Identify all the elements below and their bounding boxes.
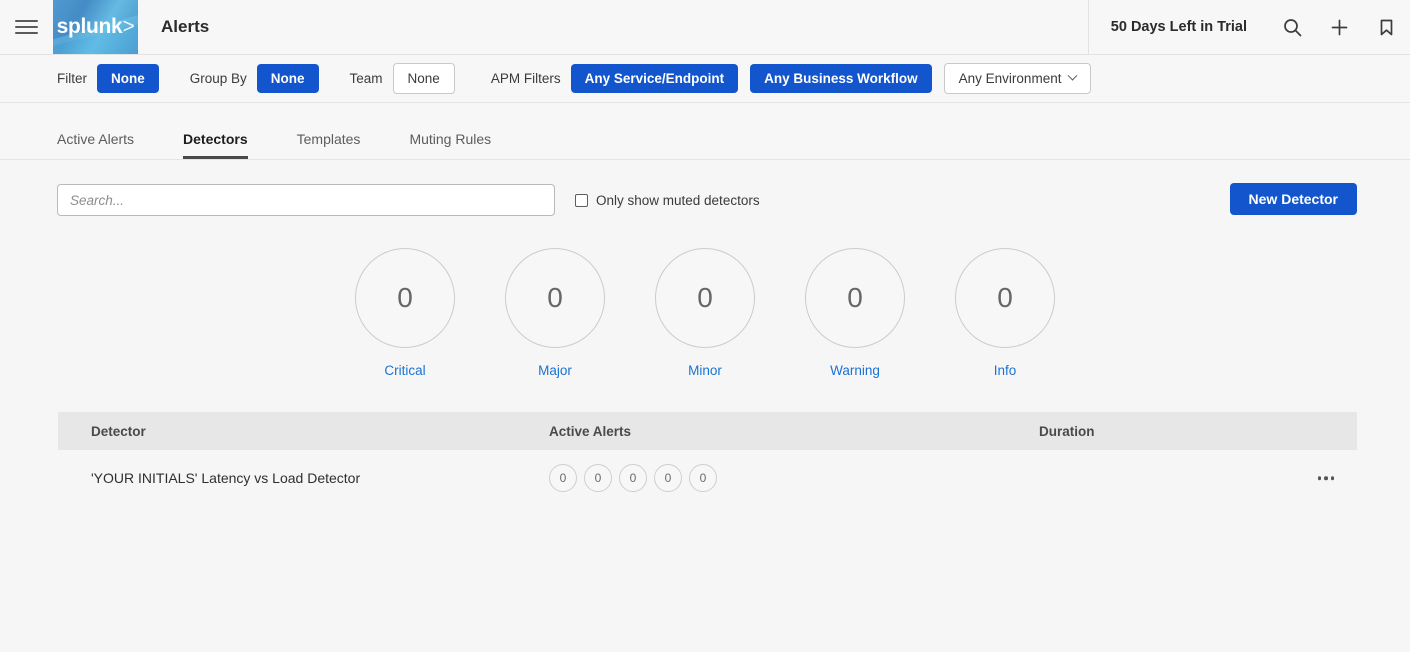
chevron-down-icon: [1068, 70, 1078, 81]
splunk-logo[interactable]: splunk>: [53, 0, 138, 54]
group-by-label: Group By: [189, 71, 247, 86]
splunk-logo-text: splunk>: [56, 15, 135, 38]
muted-detectors-label: Only show muted detectors: [596, 192, 760, 208]
logo-caret-mark: >: [122, 15, 135, 38]
filter-label: Filter: [57, 71, 87, 86]
tab-templates[interactable]: Templates: [297, 131, 361, 159]
severity-major[interactable]: 0 Major: [505, 248, 605, 378]
table-row[interactable]: 'YOUR INITIALS' Latency vs Load Detector…: [58, 450, 1357, 506]
tab-detectors[interactable]: Detectors: [183, 131, 248, 159]
severity-critical-label[interactable]: Critical: [384, 363, 425, 378]
bookmark-button[interactable]: [1363, 0, 1410, 54]
column-header-active-alerts[interactable]: Active Alerts: [549, 424, 1039, 439]
severity-warning-label[interactable]: Warning: [830, 363, 880, 378]
tab-muting-rules[interactable]: Muting Rules: [409, 131, 491, 159]
row-overflow-menu-button[interactable]: [1310, 470, 1343, 486]
plus-icon: [1330, 18, 1349, 37]
severity-minor-label[interactable]: Minor: [688, 363, 722, 378]
severity-info-label[interactable]: Info: [994, 363, 1017, 378]
more-horizontal-icon: [1330, 476, 1334, 480]
severity-info[interactable]: 0 Info: [955, 248, 1055, 378]
severity-warning[interactable]: 0 Warning: [805, 248, 905, 378]
severity-critical[interactable]: 0 Critical: [355, 248, 455, 378]
alert-badge-warning[interactable]: 0: [654, 464, 682, 492]
header-spacer: [209, 0, 1088, 54]
severity-info-count: 0: [955, 248, 1055, 348]
severity-minor[interactable]: 0 Minor: [655, 248, 755, 378]
column-header-detector[interactable]: Detector: [58, 424, 549, 439]
apm-service-endpoint-button[interactable]: Any Service/Endpoint: [570, 64, 739, 93]
severity-summary: 0 Critical 0 Major 0 Minor 0 Warning 0 I…: [0, 248, 1410, 378]
apm-business-workflow-button[interactable]: Any Business Workflow: [750, 64, 932, 93]
severity-minor-count: 0: [655, 248, 755, 348]
top-header: splunk> Alerts 50 Days Left in Trial: [0, 0, 1410, 55]
tab-bar: Active Alerts Detectors Templates Muting…: [0, 103, 1410, 160]
tab-active-alerts[interactable]: Active Alerts: [57, 131, 134, 159]
more-horizontal-icon: [1317, 476, 1321, 480]
detectors-table: Detector Active Alerts Duration 'YOUR IN…: [58, 412, 1357, 506]
new-detector-button[interactable]: New Detector: [1229, 183, 1357, 215]
column-header-duration[interactable]: Duration: [1039, 424, 1357, 439]
muted-detectors-checkbox[interactable]: Only show muted detectors: [575, 193, 760, 208]
apm-filters-label: APM Filters: [490, 71, 561, 86]
table-header-row: Detector Active Alerts Duration: [58, 412, 1357, 450]
team-value-button[interactable]: None: [392, 63, 455, 94]
detector-name[interactable]: 'YOUR INITIALS' Latency vs Load Detector: [58, 470, 549, 486]
alert-badge-major[interactable]: 0: [584, 464, 612, 492]
severity-critical-count: 0: [355, 248, 455, 348]
search-icon: [1283, 18, 1302, 37]
alert-badge-minor[interactable]: 0: [619, 464, 647, 492]
apm-environment-label: Any Environment: [958, 71, 1062, 86]
trial-status-badge: 50 Days Left in Trial: [1087, 0, 1269, 54]
hamburger-icon: [15, 16, 38, 38]
filter-bar: Filter None Group By None Team None APM …: [0, 55, 1410, 103]
add-button[interactable]: [1316, 0, 1363, 54]
more-horizontal-icon: [1324, 476, 1328, 480]
hamburger-menu-button[interactable]: [0, 0, 53, 54]
team-label: Team: [349, 71, 383, 86]
search-button[interactable]: [1269, 0, 1316, 54]
search-input[interactable]: [57, 184, 555, 216]
active-alerts-badges: 0 0 0 0 0: [549, 464, 1039, 492]
app-root: splunk> Alerts 50 Days Left in Trial Fil…: [0, 0, 1410, 652]
checkbox-box-icon: [575, 193, 588, 207]
group-by-value-button[interactable]: None: [256, 64, 319, 93]
alert-badge-critical[interactable]: 0: [549, 464, 577, 492]
main-content: Only show muted detectors New Detector 0…: [0, 160, 1410, 652]
severity-major-count: 0: [505, 248, 605, 348]
severity-major-label[interactable]: Major: [538, 363, 572, 378]
apm-environment-dropdown[interactable]: Any Environment: [943, 63, 1092, 94]
detectors-toolbar: Only show muted detectors: [57, 184, 1357, 216]
alert-badge-info[interactable]: 0: [689, 464, 717, 492]
page-title: Alerts: [161, 17, 210, 36]
bookmark-icon: [1377, 18, 1396, 37]
severity-warning-count: 0: [805, 248, 905, 348]
filter-value-button[interactable]: None: [97, 64, 159, 93]
